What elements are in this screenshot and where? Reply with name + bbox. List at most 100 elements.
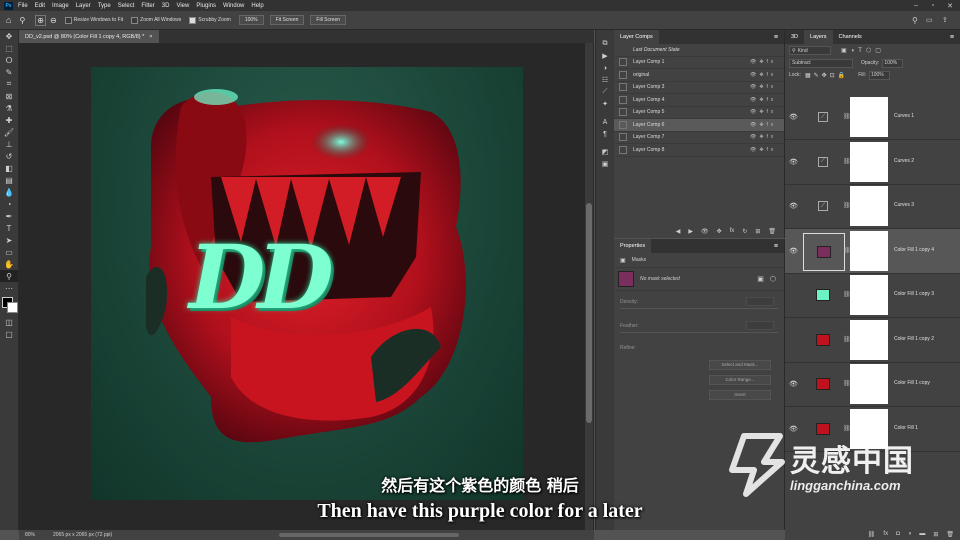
vector-mask-icon[interactable]: ⬡ (770, 275, 776, 283)
resize-windows-checkbox[interactable]: Resize Windows to Fit (64, 16, 123, 24)
layer-thumbnail[interactable]: ⟋ (803, 99, 843, 135)
restore-icon[interactable]: ▫ (925, 0, 941, 11)
document-tab[interactable]: DD_v2.psd @ 80% (Color Fill 1 copy 4, RG… (19, 30, 159, 43)
panel-menu-icon[interactable]: ≡ (774, 243, 778, 250)
comp-attributes-icons[interactable]: 👁✥fx (750, 147, 784, 153)
zoom-tool-icon[interactable]: ⚲ (19, 16, 25, 25)
layer-comp-row[interactable]: Layer Comp 4 👁✥fx (614, 94, 784, 107)
blend-mode-select[interactable]: Subtract (789, 58, 853, 68)
comp-attributes-icons[interactable]: 👁✥fx (750, 72, 784, 78)
photoshop-logo-icon[interactable]: Ps (4, 1, 13, 10)
layer-row[interactable]: ⛓ Color Fill 1 copy 2 (785, 318, 960, 363)
search-icon[interactable]: ⚲ (912, 16, 918, 25)
layer-thumbnail[interactable] (803, 322, 843, 358)
tab-channels[interactable]: Channels (833, 30, 868, 44)
link-layers-icon[interactable]: ⛓ (868, 531, 876, 538)
workspace-icon[interactable]: ▭ (926, 16, 933, 24)
history-brush-tool-icon[interactable]: ↺ (0, 150, 18, 162)
opacity-field[interactable]: 100% (882, 58, 904, 68)
lasso-tool-icon[interactable]: ⵔ (0, 54, 18, 66)
tab-3d[interactable]: 3D (785, 30, 804, 44)
fill-screen-button[interactable]: Fill Screen (310, 15, 347, 25)
color-swatches[interactable] (0, 294, 18, 316)
background-color-swatch[interactable] (7, 302, 18, 313)
visibility-eye-icon[interactable]: 👁 (789, 158, 798, 166)
path-select-tool-icon[interactable]: ➤ (0, 234, 18, 246)
comp-state-icon[interactable] (619, 58, 627, 67)
comp-state-icon[interactable] (619, 95, 627, 104)
menu-image[interactable]: Image (52, 3, 69, 9)
home-icon[interactable]: ⌂ (6, 15, 11, 25)
layer-row[interactable]: ⛓ Color Fill 1 copy 3 (785, 273, 960, 318)
eyedropper-tool-icon[interactable]: ⚗ (0, 102, 18, 114)
glyphs-panel-icon[interactable]: ◩ (596, 146, 614, 158)
zoom-level[interactable]: 80% (25, 532, 53, 538)
zoom-tool-icon[interactable]: ⚲ (0, 270, 18, 282)
character-panel-icon[interactable]: A (596, 116, 614, 128)
comp-state-icon[interactable] (619, 145, 627, 154)
zoom-out-icon[interactable]: ⊖ (50, 16, 57, 25)
layer-mask-thumbnail[interactable] (850, 319, 888, 360)
layer-mask-thumbnail[interactable] (850, 275, 888, 315)
filter-type-icons[interactable]: ▣◑T⬡▢ (841, 47, 885, 54)
invert-button[interactable]: Invert (709, 390, 771, 400)
type-tool-icon[interactable]: T (0, 222, 18, 234)
menu-type[interactable]: Type (98, 3, 111, 9)
select-and-mask-button[interactable]: Select and Mask... (709, 360, 771, 370)
delete-comp-icon[interactable]: 🗑 (768, 228, 776, 235)
layer-mask-thumbnail[interactable] (850, 364, 888, 404)
layer-comp-row[interactable]: Layer Comp 7 👁✥fx (614, 132, 784, 144)
update-visibility-icon[interactable]: 👁 (701, 228, 709, 235)
layer-mask-thumbnail[interactable] (850, 97, 888, 137)
layer-comp-row[interactable]: Layer Comp 1 👁✥fx (614, 57, 784, 69)
artwork-canvas[interactable]: DD (91, 67, 523, 500)
layer-comps-panel-icon[interactable]: ▣ (596, 158, 614, 170)
pixel-mask-icon[interactable]: ▣ (757, 275, 764, 283)
layer-mask-thumbnail[interactable] (850, 186, 888, 226)
menu-layer[interactable]: Layer (76, 3, 91, 9)
comp-state-icon[interactable] (619, 83, 627, 92)
feather-slider[interactable] (620, 332, 778, 333)
layer-row[interactable]: 👁 ⛓ Color Fill 1 copy (785, 362, 960, 407)
pen-tool-icon[interactable]: ✒ (0, 210, 18, 222)
fill-color-thumbnail[interactable] (618, 271, 634, 287)
new-layer-icon[interactable]: ⊞ (933, 531, 938, 538)
visibility-eye-icon[interactable]: 👁 (789, 380, 798, 388)
layer-row[interactable]: 👁 ⟋ ⛓ Curves 3 (785, 184, 960, 229)
horizontal-scrollbar[interactable] (279, 533, 459, 537)
visibility-eye-icon[interactable]: 👁 (789, 113, 798, 121)
marquee-tool-icon[interactable]: ⬚ (0, 42, 18, 54)
menu-select[interactable]: Select (118, 3, 135, 9)
layer-mask-thumbnail[interactable] (850, 141, 888, 182)
comp-state-icon[interactable] (619, 133, 627, 142)
paragraph-panel-icon[interactable]: ¶ (596, 128, 614, 140)
update-appearance-icon[interactable]: fx (730, 228, 735, 234)
layer-comp-row[interactable]: original 👁✥fx (614, 69, 784, 82)
filter-kind-select[interactable]: ⚲ Kind (789, 46, 831, 55)
menu-3d[interactable]: 3D (162, 3, 170, 9)
comp-state-icon[interactable] (619, 70, 627, 79)
menu-filter[interactable]: Filter (141, 3, 154, 9)
rectangle-tool-icon[interactable]: ▭ (0, 246, 18, 258)
fill-field[interactable]: 100% (868, 70, 890, 80)
layer-thumbnail[interactable]: ⟋ (803, 188, 843, 224)
layer-row[interactable]: 👁 ⟋ ⛓ Curves 2 (785, 140, 960, 185)
layer-thumbnail[interactable]: ⟋ (803, 144, 843, 180)
apply-previous-icon[interactable]: ◀ (676, 228, 681, 235)
last-document-state-row[interactable]: Last Document State (614, 44, 784, 57)
tab-layer-comps[interactable]: Layer Comps (614, 30, 659, 44)
menu-help[interactable]: Help (251, 3, 263, 9)
layer-comp-row[interactable]: Layer Comp 6 👁✥fx (614, 119, 784, 132)
hand-tool-icon[interactable]: ✋ (0, 258, 18, 270)
brushes-panel-icon[interactable]: ✦ (596, 98, 614, 110)
tab-properties[interactable]: Properties (614, 239, 652, 253)
add-mask-icon[interactable]: ◘ (896, 531, 900, 537)
zoom-all-checkbox[interactable]: Zoom All Windows (131, 16, 181, 24)
more-tools-icon[interactable]: ⋯ (0, 282, 18, 294)
share-icon[interactable]: ⇪ (942, 16, 948, 24)
layer-thumbnail[interactable] (803, 366, 843, 402)
close-tab-icon[interactable]: × (149, 34, 152, 40)
layer-comp-row[interactable]: Layer Comp 3 👁✥fx (614, 82, 784, 94)
comp-attributes-icons[interactable]: 👁✥fx (750, 84, 784, 90)
comp-attributes-icons[interactable]: 👁✥fx (750, 122, 784, 128)
